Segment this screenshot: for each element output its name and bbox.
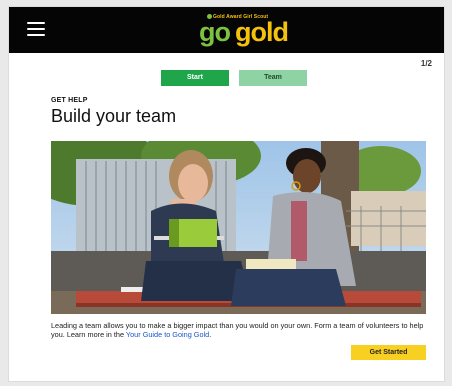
step-start-tab[interactable]: Start: [161, 70, 229, 86]
top-bar: Gold Award Girl Scout go gold: [9, 7, 444, 53]
guide-link[interactable]: Your Guide to Going Gold: [126, 330, 209, 339]
team-photo: [51, 141, 426, 314]
section-eyebrow: GET HELP: [51, 97, 88, 104]
page-counter: 1/2: [420, 59, 432, 68]
team-photo-illustration: [51, 141, 426, 314]
step-team-tab[interactable]: Team: [239, 70, 307, 86]
page-title: Build your team: [51, 106, 177, 126]
app-frame: Gold Award Girl Scout go gold 1/2 Start …: [8, 6, 445, 382]
logo-gold-text: gold: [235, 17, 289, 47]
description-text: Leading a team allows you to make a bigg…: [51, 321, 424, 339]
gogold-logo[interactable]: Gold Award Girl Scout go gold: [199, 11, 289, 51]
logo-go-text: go: [199, 17, 231, 47]
get-started-button[interactable]: Get Started: [351, 345, 426, 360]
hamburger-menu-icon[interactable]: [27, 22, 45, 36]
